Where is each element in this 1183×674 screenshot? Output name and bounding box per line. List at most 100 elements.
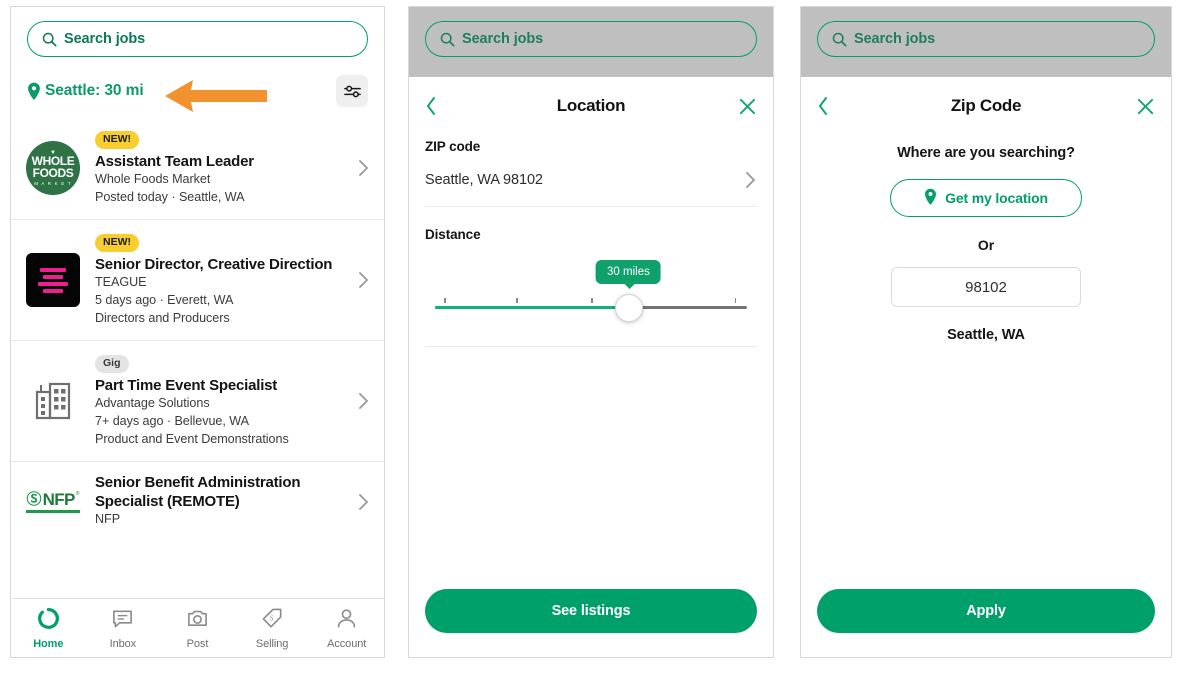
location-label[interactable]: Seattle: 30 mi <box>45 82 144 100</box>
screenshot-stage: Search jobs Seattle: 30 mi ▼ WHOLE FOODS… <box>0 0 1183 674</box>
chevron-right-icon[interactable] <box>357 270 370 290</box>
slider-fill <box>435 306 629 309</box>
slider-tick <box>591 298 593 303</box>
search-input[interactable]: Search jobs <box>817 21 1155 57</box>
job-details: NEW! Senior Director, Creative Direction… <box>95 232 349 328</box>
job-title: Part Time Event Specialist <box>95 376 278 394</box>
nav-label: Home <box>33 637 64 650</box>
search-placeholder: Search jobs <box>854 31 936 47</box>
phone-panel-location-sheet: Search jobs Location ZIP code Seattle, W… <box>408 6 774 658</box>
distance-label: Distance <box>425 227 481 242</box>
close-x-icon[interactable] <box>738 97 757 116</box>
job-details: Gig Part Time Event Specialist Advantage… <box>95 353 349 449</box>
resolved-city-label: Seattle, WA <box>947 327 1025 343</box>
slider-value-bubble: 30 miles <box>596 260 661 289</box>
search-bar-container-dimmed: Search jobs <box>801 7 1171 77</box>
list-item[interactable]: Ⓢ NFP ® Senior Benefit Administration Sp… <box>11 462 384 542</box>
job-company: Advantage Solutions <box>95 396 210 411</box>
job-title: Senior Benefit Administration Specialist… <box>95 473 301 510</box>
search-icon <box>832 32 847 47</box>
map-pin-icon <box>27 82 41 100</box>
job-list: ▼ WHOLE FOODS M A R K E T NEW! Assistant… <box>11 117 384 542</box>
zipcode-prompt: Where are you searching? <box>897 145 1075 161</box>
logo-line-1: WHOLE <box>31 153 75 168</box>
building-icon <box>25 373 81 429</box>
job-category: Directors and Producers <box>95 311 230 326</box>
slider-tick <box>734 298 737 303</box>
list-item[interactable]: ▼ WHOLE FOODS M A R K E T NEW! Assistant… <box>11 117 384 221</box>
page-title: Location <box>556 96 626 115</box>
nav-item-post[interactable]: Post <box>160 607 235 650</box>
logo-rule <box>26 509 80 513</box>
svg-text:S: S <box>269 613 273 622</box>
job-company: TEAGUE <box>95 275 147 290</box>
get-my-location-label: Get my location <box>945 190 1048 206</box>
or-divider-label: Or <box>977 237 995 253</box>
job-meta: 5 days ago · Everett, WA <box>95 293 234 308</box>
chat-bubble-icon <box>111 607 134 635</box>
slider-thumb[interactable] <box>615 294 644 322</box>
home-ring-icon <box>37 607 60 635</box>
status-badge: NEW! <box>95 234 139 252</box>
nav-item-inbox[interactable]: Inbox <box>86 607 161 650</box>
sheet-header: Zip Code <box>817 79 1155 133</box>
page-title: Zip Code <box>950 96 1022 115</box>
slider-tick <box>516 298 518 303</box>
location-modal-sheet: Location ZIP code Seattle, WA 98102 Dist… <box>409 79 773 657</box>
arrow-left-pointer <box>165 80 267 112</box>
map-pin-icon <box>924 188 937 208</box>
search-bar-container: Search jobs <box>11 7 384 71</box>
search-input[interactable]: Search jobs <box>27 21 368 57</box>
teague-logo <box>25 252 81 308</box>
logo-line-2: FOODS <box>32 165 74 180</box>
nav-label: Post <box>186 637 209 650</box>
logo-line-3: M A R K E T <box>34 181 72 187</box>
close-x-icon[interactable] <box>1136 97 1155 116</box>
phone-panel-job-list: Search jobs Seattle: 30 mi ▼ WHOLE FOODS… <box>10 6 385 658</box>
job-company: Whole Foods Market <box>95 172 211 187</box>
list-item[interactable]: Gig Part Time Event Specialist Advantage… <box>11 341 384 462</box>
nfp-mark-glyph: Ⓢ <box>26 490 42 508</box>
nav-label: Inbox <box>109 637 137 650</box>
chevron-right-icon[interactable] <box>744 170 757 190</box>
search-input[interactable]: Search jobs <box>425 21 757 57</box>
chevron-right-icon[interactable] <box>357 158 370 178</box>
job-title: Assistant Team Leader <box>95 152 254 170</box>
slider-tick <box>444 298 446 303</box>
search-icon <box>42 32 57 47</box>
nav-item-selling[interactable]: S Selling <box>235 607 310 650</box>
zip-code-value: Seattle, WA 98102 <box>425 172 543 188</box>
search-placeholder: Search jobs <box>462 31 544 47</box>
whole-foods-logo: ▼ WHOLE FOODS M A R K E T <box>25 140 81 196</box>
location-filter-row: Seattle: 30 mi <box>11 71 384 117</box>
list-item[interactable]: NEW! Senior Director, Creative Direction… <box>11 220 384 341</box>
job-category: Product and Event Demonstrations <box>95 432 289 447</box>
job-company: NFP <box>95 512 121 527</box>
logo-bar <box>40 267 66 272</box>
zip-code-input[interactable]: 98102 <box>891 267 1081 307</box>
filter-sliders-icon[interactable] <box>336 75 368 107</box>
person-icon <box>335 607 358 635</box>
get-my-location-button[interactable]: Get my location <box>890 179 1082 217</box>
bottom-navigation: Home Inbox Post S Selling Account <box>11 598 384 657</box>
job-meta: Posted today · Seattle, WA <box>95 190 245 205</box>
chevron-right-icon[interactable] <box>357 391 370 411</box>
sheet-header: Location <box>425 79 757 133</box>
distance-slider[interactable]: 30 miles <box>425 260 757 324</box>
job-meta: 7+ days ago · Bellevue, WA <box>95 414 249 429</box>
logo-bar <box>38 281 68 286</box>
logo-bar <box>43 274 63 279</box>
chevron-left-icon[interactable] <box>817 95 830 117</box>
job-title: Senior Director, Creative Direction <box>95 255 333 273</box>
see-listings-button[interactable]: See listings <box>425 589 757 633</box>
chevron-left-icon[interactable] <box>425 95 438 117</box>
camera-icon <box>186 607 209 635</box>
zip-code-row[interactable]: Seattle, WA 98102 <box>425 154 757 207</box>
nfp-logo: Ⓢ NFP ® <box>25 474 81 530</box>
apply-button[interactable]: Apply <box>817 589 1155 633</box>
chevron-right-icon[interactable] <box>357 492 370 512</box>
nav-item-account[interactable]: Account <box>309 607 384 650</box>
nav-item-home[interactable]: Home <box>11 607 86 650</box>
search-icon <box>440 32 455 47</box>
logo-bar <box>43 288 63 293</box>
